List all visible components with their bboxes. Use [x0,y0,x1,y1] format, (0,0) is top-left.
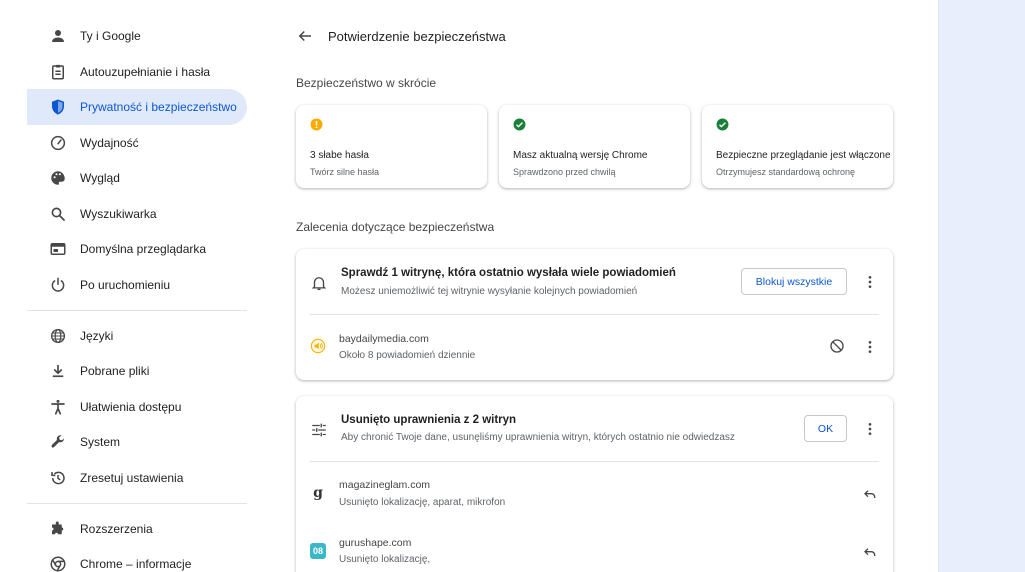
revoked-permissions-title: Usunięto uprawnienia z 2 witryn [341,414,517,426]
sidebar-item-label: Po uruchomieniu [80,278,171,292]
sidebar-item-accessibility[interactable]: Ułatwienia dostępu [27,389,247,425]
check-circle-icon [513,118,526,131]
sidebar-item-extensions[interactable]: Rozszerzenia [27,511,247,547]
summary-card-passwords[interactable]: 3 słabe hasła Twórz silne hasła [296,105,487,188]
sidebar-item-label: Zresetuj ustawienia [80,471,184,485]
sidebar-item-label: Autouzupełnianie i hasła [80,65,211,79]
sidebar-item-label: System [80,435,121,449]
undo-icon[interactable] [862,486,878,502]
chrome-icon [49,555,67,572]
sidebar-divider [27,310,247,311]
notifications-review-card: Sprawdź 1 witrynę, która ostatnio wysłał… [296,249,893,380]
speedometer-icon [49,134,67,152]
check-circle-icon [716,118,729,131]
block-all-button[interactable]: Blokuj wszystkie [741,268,847,295]
sidebar-item-you-and-google[interactable]: Ty i Google [27,18,247,54]
sidebar-item-default-browser[interactable]: Domyślna przeglądarka [27,231,247,267]
puzzle-icon [49,520,67,538]
bell-icon [310,274,328,292]
wrench-icon [49,433,67,451]
sidebar-item-autofill[interactable]: Autouzupełnianie i hasła [27,54,247,90]
person-icon [49,27,67,45]
page-title: Potwierdzenie bezpieczeństwa [328,29,506,44]
undo-icon[interactable] [862,544,878,560]
download-icon [49,362,67,380]
site-name: baydailymedia.com [339,333,429,345]
sidebar-item-search-engine[interactable]: Wyszukiwarka [27,196,247,232]
revoked-permissions-card: Usunięto uprawnienia z 2 witryn Aby chro… [296,396,893,572]
power-icon [49,276,67,294]
section-title-recommendations: Zalecenia dotyczące bezpieczeństwa [296,220,495,234]
notifications-review-subtitle: Możesz uniemożliwić tej witrynie wysyłan… [341,286,638,297]
sidebar-divider [27,503,247,504]
summary-card-title: Bezpieczne przeglądanie jest włączone [716,150,891,161]
site-detail: Usunięto lokalizację, [339,554,431,565]
notifications-review-title: Sprawdź 1 witrynę, która ostatnio wysłał… [341,267,676,279]
sidebar-item-label: Ty i Google [80,29,141,43]
revoked-permissions-subtitle: Aby chronić Twoje dane, usunęliśmy upraw… [341,432,735,443]
sidebar-item-performance[interactable]: Wydajność [27,125,247,161]
more-vert-icon[interactable] [862,339,878,355]
sidebar-item-label: Chrome – informacje [80,557,192,571]
summary-card-subtitle: Sprawdzono przed chwilą [513,167,616,177]
accessibility-icon [49,398,67,416]
warning-icon [310,118,323,131]
palette-icon [49,169,67,187]
sidebar-item-reset[interactable]: Zresetuj ustawienia [27,460,247,496]
tune-icon [310,421,328,439]
settings-page: Ty i Google Autouzupełnianie i hasła Pry… [0,0,938,572]
more-vert-icon[interactable] [862,421,878,437]
sidebar-item-appearance[interactable]: Wygląd [27,160,247,196]
back-arrow-icon[interactable] [296,27,314,45]
site-favicon-icon [310,338,326,354]
sidebar-item-label: Pobrane pliki [80,364,150,378]
sidebar-item-system[interactable]: System [27,424,247,460]
section-title-summary: Bezpieczeństwo w skrócie [296,76,437,90]
sidebar-item-languages[interactable]: Języki [27,318,247,354]
site-name: magazineglam.com [339,479,431,491]
sidebar-item-label: Wygląd [80,171,120,185]
summary-card-title: 3 słabe hasła [310,150,369,161]
sidebar-item-on-startup[interactable]: Po uruchomieniu [27,267,247,303]
sidebar-item-label: Języki [80,329,114,343]
ok-button[interactable]: OK [804,415,847,442]
site-detail: Usunięto lokalizację, aparat, mikrofon [339,497,506,508]
card-divider [310,314,879,315]
block-icon[interactable] [829,338,845,354]
sidebar-item-label: Domyślna przeglądarka [80,242,207,256]
summary-card-safe-browsing[interactable]: Bezpieczne przeglądanie jest włączone Ot… [702,105,893,188]
sidebar-item-label: Wyszukiwarka [80,207,157,221]
site-favicon-icon: 08 [310,543,326,559]
search-icon [49,205,67,223]
card-divider [310,461,879,462]
side-panel-background [938,0,1025,572]
summary-card-title: Masz aktualną wersję Chrome [513,150,648,161]
sidebar-item-label: Prywatność i bezpieczeństwo [80,100,237,114]
summary-card-subtitle: Otrzymujesz standardową ochronę [716,167,856,177]
site-name: gurushape.com [339,537,412,549]
more-vert-icon[interactable] [862,274,878,290]
browser-icon [49,240,67,258]
summary-card-chrome-version[interactable]: Masz aktualną wersję Chrome Sprawdzono p… [499,105,690,188]
site-favicon-icon: g [313,485,323,501]
sidebar-item-downloads[interactable]: Pobrane pliki [27,353,247,389]
sidebar-item-label: Wydajność [80,136,139,150]
shield-icon [49,98,67,116]
site-detail: Około 8 powiadomień dziennie [339,350,476,361]
sidebar-item-privacy-security[interactable]: Prywatność i bezpieczeństwo [27,89,247,125]
sidebar-item-about-chrome[interactable]: Chrome – informacje [27,546,247,572]
reset-history-icon [49,469,67,487]
sidebar-item-label: Rozszerzenia [80,522,153,536]
sidebar-item-label: Ułatwienia dostępu [80,400,182,414]
sidebar: Ty i Google Autouzupełnianie i hasła Pry… [0,0,262,572]
globe-icon [49,327,67,345]
summary-card-subtitle: Twórz silne hasła [310,167,380,177]
clipboard-icon [49,63,67,81]
